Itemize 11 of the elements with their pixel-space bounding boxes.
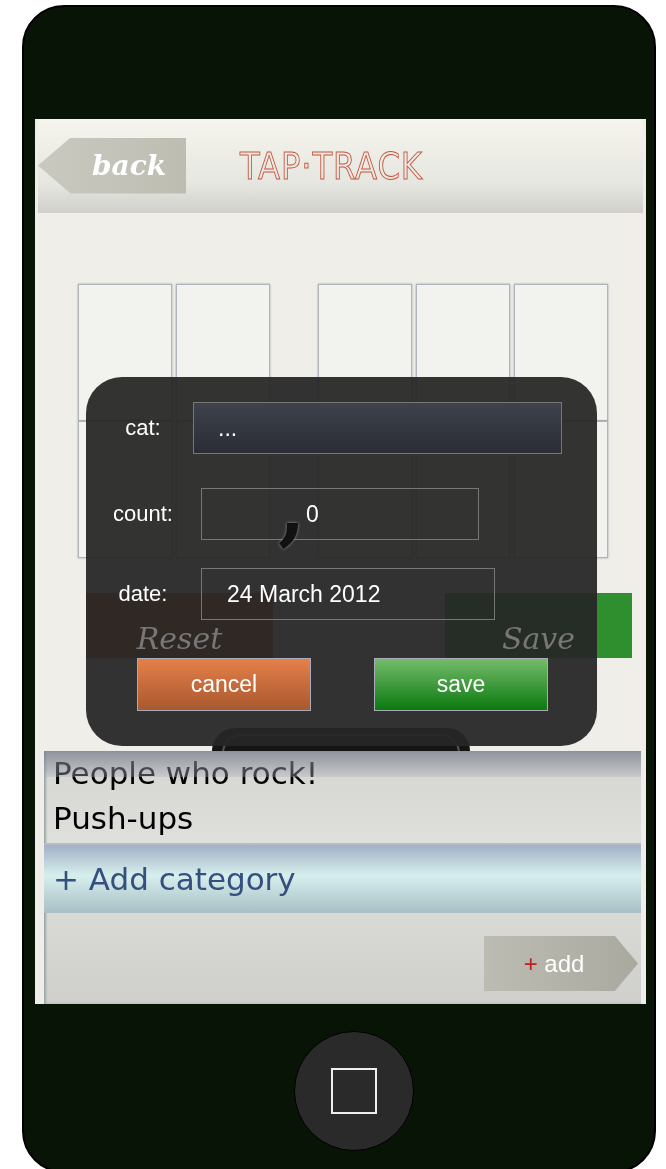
field-label: date:: [117, 581, 169, 607]
app-title: TAP·TRACK: [240, 144, 423, 188]
field-label: count:: [112, 501, 174, 527]
square-icon: [331, 1068, 377, 1114]
category-item[interactable]: People who rock!: [44, 751, 641, 796]
input-field[interactable]: ...: [193, 402, 562, 454]
category-item[interactable]: + Add category: [44, 845, 641, 913]
cancel-button[interactable]: cancel: [137, 658, 311, 711]
save-button[interactable]: save: [374, 658, 548, 711]
field-label: cat:: [124, 415, 162, 441]
input-field[interactable]: 24 March 2012: [201, 568, 495, 620]
